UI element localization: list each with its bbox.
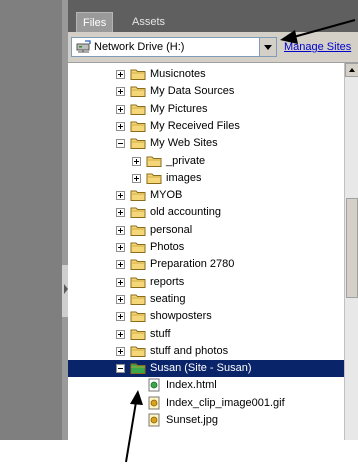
tree-row[interactable]: seating bbox=[68, 291, 344, 308]
tree-item-label: Musicnotes bbox=[150, 68, 206, 80]
tree-row[interactable]: reports bbox=[68, 274, 344, 291]
tree-item-label: MYOB bbox=[150, 189, 183, 202]
expand-plus-icon[interactable] bbox=[116, 225, 125, 235]
folder-icon bbox=[130, 344, 146, 358]
tree-item-label: Susan (Site - Susan) bbox=[150, 362, 252, 375]
tree-row[interactable]: MYOB bbox=[68, 187, 344, 204]
tree-item-label: Sunset.jpg bbox=[166, 414, 218, 426]
tree-item-label: stuff bbox=[150, 327, 171, 340]
scroll-thumb[interactable] bbox=[346, 198, 358, 298]
tree-row[interactable]: Index_clip_image001.gif bbox=[68, 395, 344, 412]
folder-icon bbox=[130, 292, 146, 306]
tree-item-label: Index_clip_image001.gif bbox=[166, 396, 285, 409]
folder-icon bbox=[130, 275, 146, 289]
folder-icon bbox=[130, 188, 146, 202]
expand-plus-icon[interactable] bbox=[116, 260, 125, 270]
expand-plus-icon[interactable] bbox=[132, 173, 141, 183]
folder-icon bbox=[130, 257, 146, 271]
tree-item-label: Photos bbox=[150, 241, 185, 253]
folder-icon bbox=[130, 119, 146, 133]
tree-item-label: showposters bbox=[150, 310, 212, 323]
tree-item-label: reports bbox=[150, 275, 185, 288]
site-folder-icon bbox=[130, 361, 146, 375]
tree-item-label: My Received Files bbox=[150, 119, 240, 132]
expand-plus-icon[interactable] bbox=[116, 87, 125, 97]
tree-row[interactable]: My Data Sources bbox=[68, 83, 344, 100]
folder-icon bbox=[130, 240, 146, 254]
expand-plus-icon[interactable] bbox=[116, 104, 125, 114]
tree-item-label: My Web Sites bbox=[150, 137, 218, 150]
tree-row[interactable]: Preparation 2780 bbox=[68, 256, 344, 273]
expand-plus-icon[interactable] bbox=[116, 121, 125, 131]
tree-row[interactable]: showposters bbox=[68, 308, 344, 325]
expand-plus-icon[interactable] bbox=[116, 70, 125, 79]
folder-icon bbox=[130, 223, 146, 237]
tree-item-label: My Pictures bbox=[150, 102, 208, 115]
tree-item-label: images bbox=[166, 171, 202, 184]
tree-item-label: My Data Sources bbox=[150, 85, 235, 98]
tree-item-label: _private bbox=[166, 154, 206, 167]
manage-sites-link[interactable]: Manage Sites bbox=[284, 41, 351, 53]
tree-row[interactable]: My Web Sites bbox=[68, 135, 344, 152]
left-dark-strip bbox=[0, 0, 62, 440]
tree-row[interactable]: Photos bbox=[68, 239, 344, 256]
tree-row[interactable]: Index.html bbox=[68, 377, 344, 394]
vertical-scrollbar[interactable] bbox=[344, 63, 358, 440]
panel-tab-bar: Files Assets bbox=[68, 0, 358, 33]
image-file-icon bbox=[146, 396, 162, 410]
tree-row[interactable]: Musicnotes bbox=[68, 66, 344, 83]
site-select-value: Network Drive (H:) bbox=[94, 41, 185, 53]
folder-icon bbox=[130, 84, 146, 98]
tab-files[interactable]: Files bbox=[76, 12, 114, 33]
expand-plus-icon[interactable] bbox=[116, 294, 125, 304]
tree-item-label: Index.html bbox=[166, 379, 217, 392]
expand-plus-icon[interactable] bbox=[132, 156, 141, 166]
folder-icon bbox=[146, 154, 162, 168]
scroll-up-arrow-icon[interactable] bbox=[345, 63, 358, 77]
folder-icon bbox=[130, 136, 146, 150]
folder-icon bbox=[130, 327, 146, 341]
tree-item-label: personal bbox=[150, 223, 193, 236]
files-panel: Files Assets Network Drive (H:) Manage S… bbox=[68, 0, 358, 440]
expand-plus-icon[interactable] bbox=[116, 243, 125, 252]
tree-row[interactable]: old accounting bbox=[68, 204, 344, 221]
folder-icon bbox=[130, 309, 146, 323]
expand-plus-icon[interactable] bbox=[116, 208, 125, 218]
tab-assets[interactable]: Assets bbox=[126, 12, 171, 32]
collapse-minus-icon[interactable] bbox=[116, 139, 125, 149]
tree-item-label: old accounting bbox=[150, 206, 221, 219]
expand-plus-icon[interactable] bbox=[116, 346, 125, 356]
below-panel-area bbox=[0, 440, 358, 468]
site-toolbar: Network Drive (H:) Manage Sites bbox=[68, 32, 358, 63]
expand-plus-icon[interactable] bbox=[116, 191, 125, 201]
expand-plus-icon[interactable] bbox=[116, 277, 125, 287]
site-select[interactable]: Network Drive (H:) bbox=[71, 37, 277, 57]
dropdown-arrow-icon[interactable] bbox=[259, 38, 276, 56]
folder-icon bbox=[130, 67, 146, 81]
tree-item-label: stuff and photos bbox=[150, 344, 229, 357]
tree-row[interactable]: Sunset.jpg bbox=[68, 412, 344, 429]
tree-row[interactable]: My Received Files bbox=[68, 118, 344, 135]
image-file-icon bbox=[146, 413, 162, 427]
expand-plus-icon[interactable] bbox=[116, 312, 125, 322]
folder-icon bbox=[130, 102, 146, 116]
folder-icon bbox=[146, 171, 162, 185]
tree-item-label: Preparation 2780 bbox=[150, 258, 235, 271]
tree-row[interactable]: personal bbox=[68, 222, 344, 239]
expand-plus-icon[interactable] bbox=[116, 329, 125, 339]
file-tree: Musicnotes My Data Sources My Pictures My R… bbox=[68, 63, 344, 440]
tree-row[interactable]: My Pictures bbox=[68, 101, 344, 118]
network-drive-icon bbox=[76, 40, 91, 53]
collapse-minus-icon[interactable] bbox=[116, 364, 125, 374]
tree-row[interactable]: _private bbox=[68, 153, 344, 170]
tree-item-label: seating bbox=[150, 292, 186, 305]
tree-row[interactable]: stuff bbox=[68, 326, 344, 343]
html-file-icon bbox=[146, 378, 162, 392]
tree-row[interactable]: stuff and photos bbox=[68, 343, 344, 360]
folder-icon bbox=[130, 205, 146, 219]
tree-row[interactable]: images bbox=[68, 170, 344, 187]
tree-row[interactable]: Susan (Site - Susan) bbox=[68, 360, 344, 378]
